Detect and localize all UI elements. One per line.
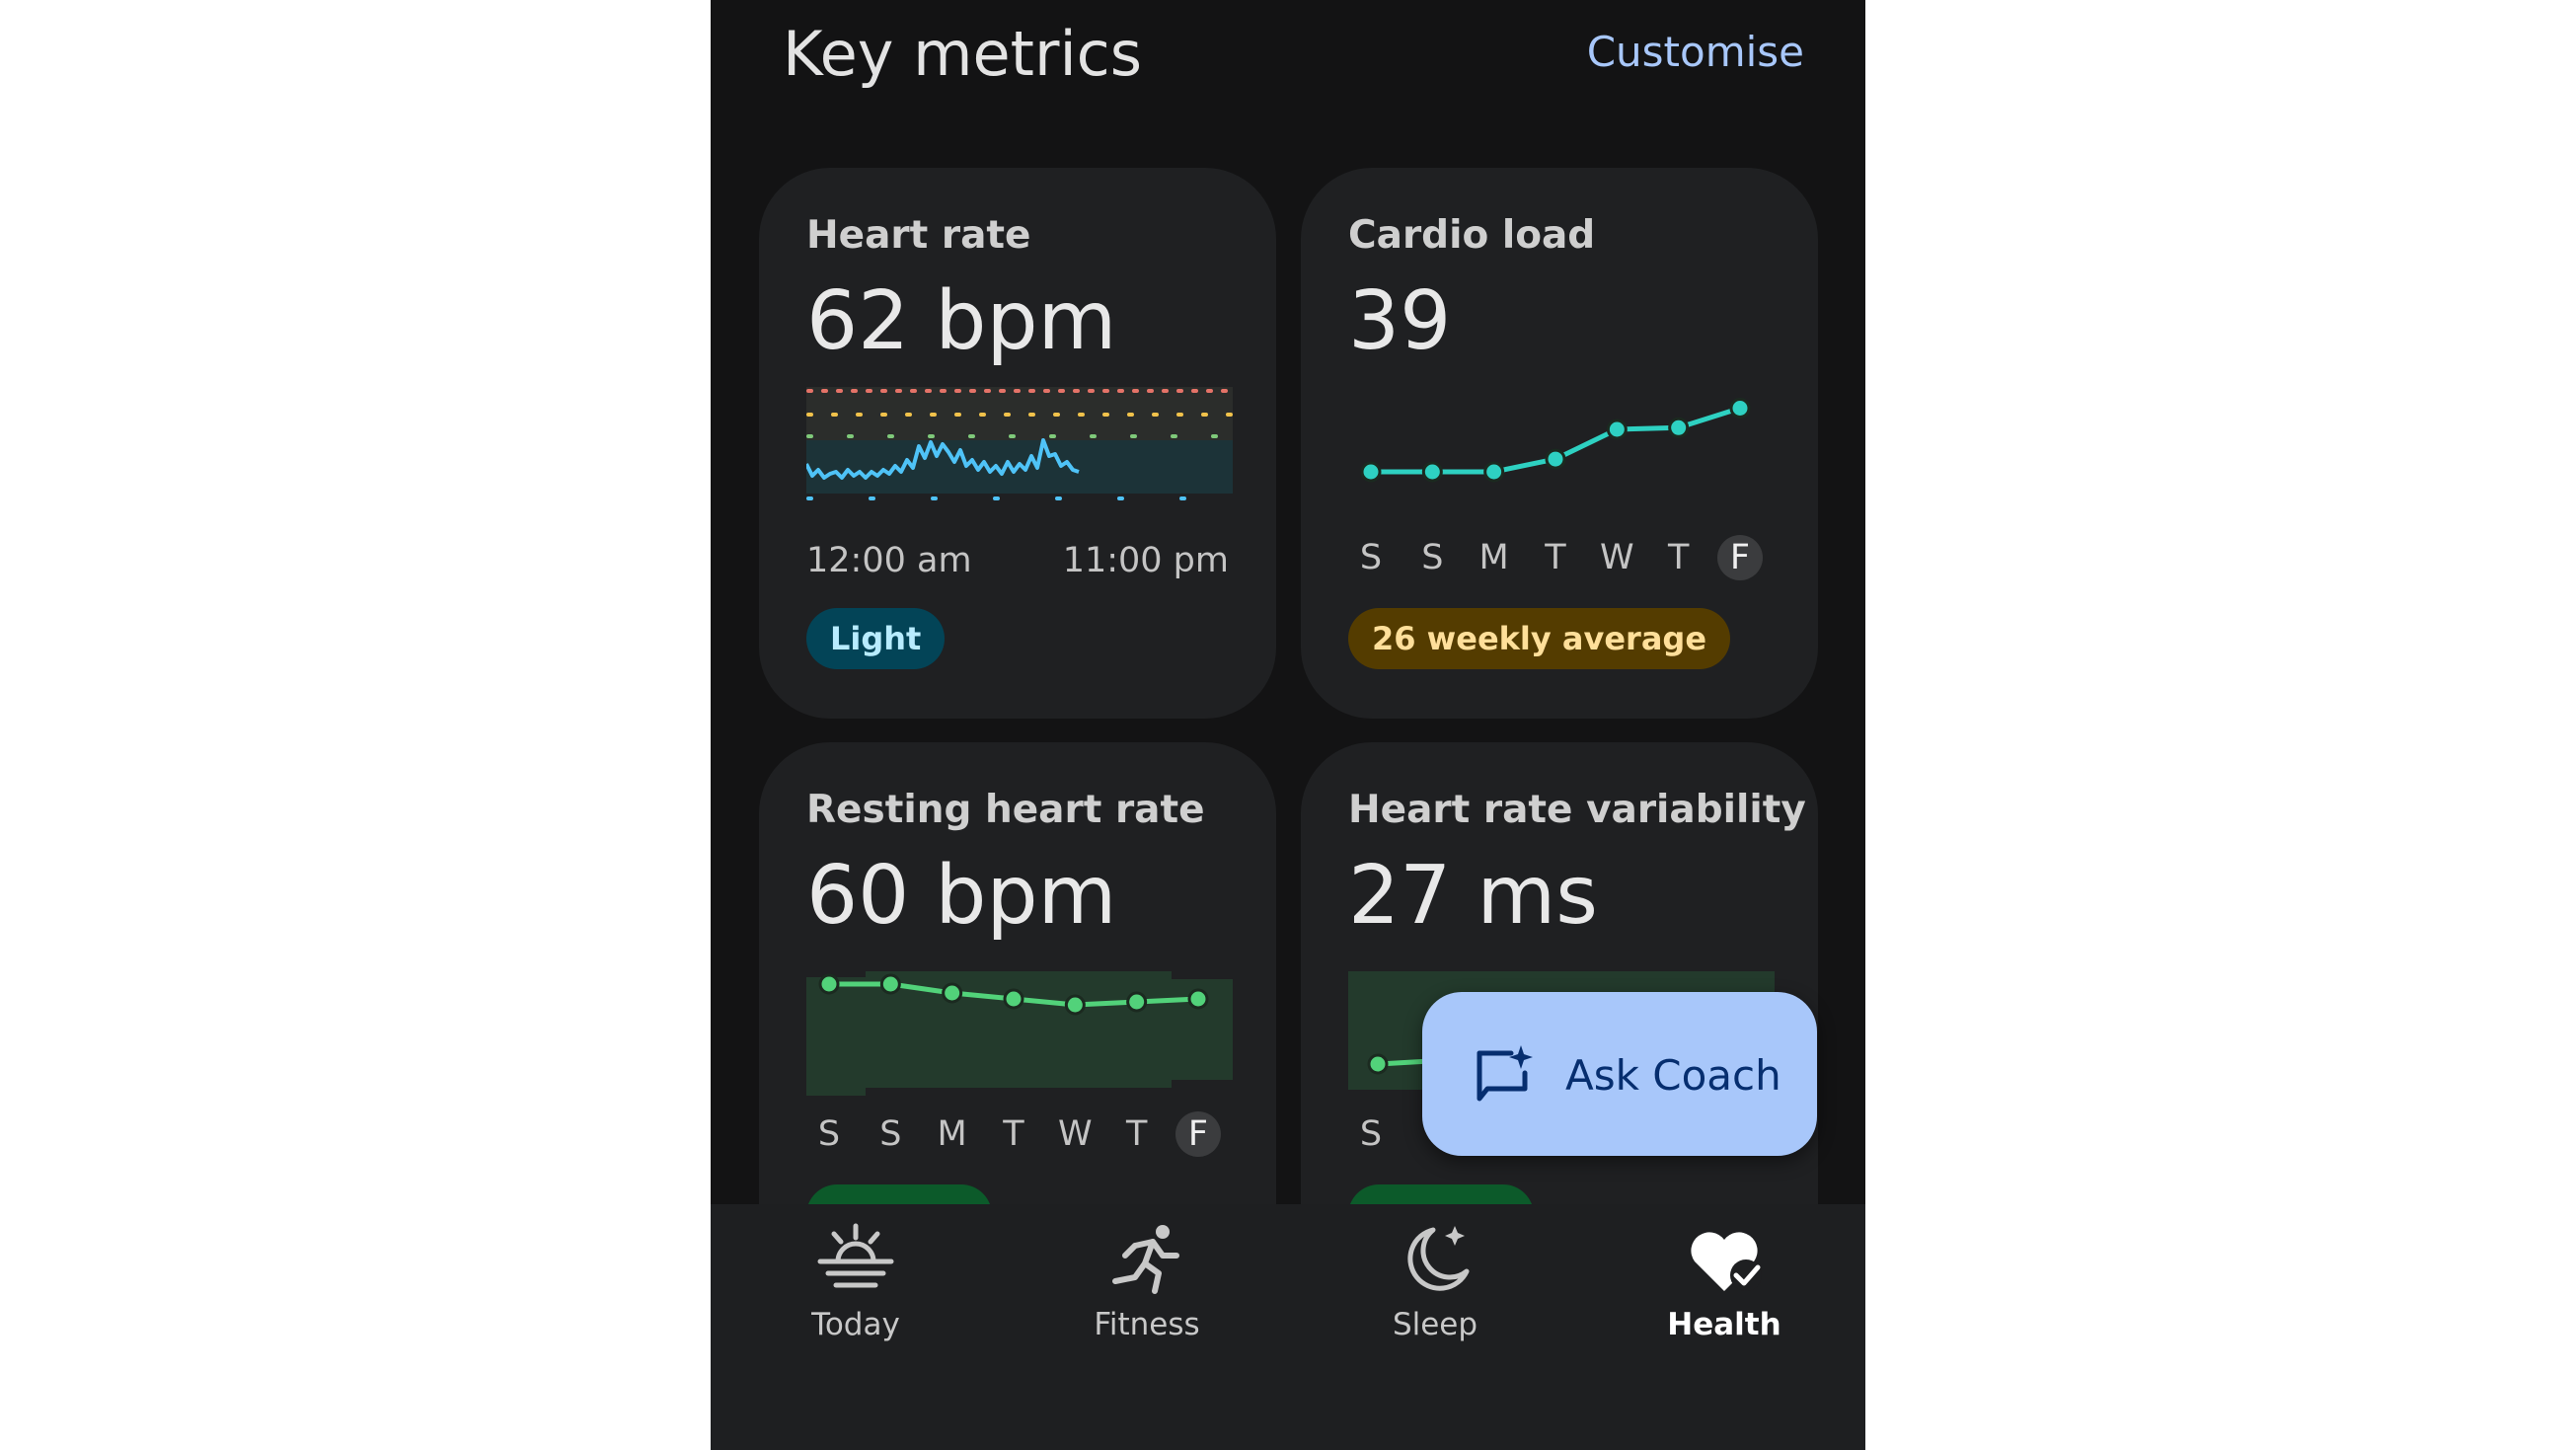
day-label: S [879,1114,902,1154]
day-label: M [1478,538,1509,577]
cardio-load-card[interactable]: Cardio load 39 SSMTWTF 26 weekly average [1301,168,1818,719]
card-value: 60 bpm [806,849,1117,943]
day-labels: SSMTWTF [806,1111,1221,1157]
day-label: S [1359,1114,1383,1154]
card-title: Resting heart rate [806,788,1205,832]
heart-check-icon [1691,1232,1762,1291]
card-title: Heart rate variability [1348,788,1806,832]
cardio-load-point [1421,461,1443,483]
ask-coach-label: Ask Coach [1565,1051,1781,1100]
bottom-navigation: Today Fitness Sleep Health [711,1204,1865,1450]
weekly-average-badge: 26 weekly average [1348,608,1731,669]
day-label: W [1058,1114,1093,1154]
cardio-load-point [1668,417,1690,438]
start-time-label: 12:00 am [806,541,972,580]
card-value: 39 [1348,274,1452,368]
cardio-load-point [1483,461,1505,483]
moon-icon [1407,1226,1470,1291]
nav-item-health[interactable]: Health [1606,1222,1843,1342]
day-label: F [1716,535,1763,580]
card-value: 62 bpm [806,274,1117,368]
sunrise-icon [817,1223,894,1288]
day-label: T [1545,538,1566,577]
card-value: 27 ms [1348,849,1599,943]
day-label: S [1421,538,1444,577]
card-title: Cardio load [1348,213,1596,258]
resting-heart-rate-point [818,973,840,995]
phone-screen: Key metrics Customise Heart rate 62 bpm … [711,0,1865,1450]
resting-heart-rate-point [1003,988,1024,1010]
cardio-load-point [1606,419,1628,440]
nav-item-fitness[interactable]: Fitness [1028,1222,1265,1342]
range-band [806,971,1233,1096]
resting-heart-rate-point [1126,991,1148,1013]
zone-band-upper [806,387,1233,440]
resting-heart-rate-chart [806,971,1233,1096]
runner-icon [1112,1225,1179,1294]
cardio-load-chart [1360,398,1751,483]
heart-rate-chart [806,387,1233,500]
nav-label: Health [1667,1307,1781,1342]
end-time-label: 11:00 pm [1062,541,1229,580]
day-label: T [1667,538,1690,577]
resting-heart-rate-point [879,973,901,995]
day-label: F [1174,1111,1221,1157]
day-label: S [1359,538,1383,577]
nav-item-sleep[interactable]: Sleep [1317,1222,1553,1342]
day-labels: SSMTWTF [1348,535,1763,580]
resting-heart-rate-point [1187,988,1209,1010]
page-title: Key metrics [783,18,1143,90]
customise-link[interactable]: Customise [1587,28,1804,76]
resting-heart-rate-point [1064,994,1086,1016]
nav-label: Sleep [1392,1307,1478,1342]
day-label: W [1600,538,1634,577]
cardio-load-point [1360,461,1382,483]
heart-rate-card[interactable]: Heart rate 62 bpm 12:00 am 11:00 pm Ligh… [759,168,1276,719]
day-label: T [1003,1114,1024,1154]
hrv-point [1367,1053,1389,1075]
coach-chat-sparkle-icon [1477,1045,1533,1102]
nav-label: Today [811,1307,900,1342]
resting-heart-rate-point [942,982,963,1004]
day-label: M [937,1114,967,1154]
zone-badge: Light [806,608,946,669]
card-title: Heart rate [806,213,1031,258]
nav-label: Fitness [1094,1307,1200,1342]
cardio-load-point [1545,448,1566,470]
ask-coach-button[interactable]: Ask Coach [1422,992,1817,1156]
day-label: T [1125,1114,1148,1154]
day-label: S [817,1114,841,1154]
cardio-load-point [1729,398,1751,419]
nav-item-today[interactable]: Today [737,1222,974,1342]
